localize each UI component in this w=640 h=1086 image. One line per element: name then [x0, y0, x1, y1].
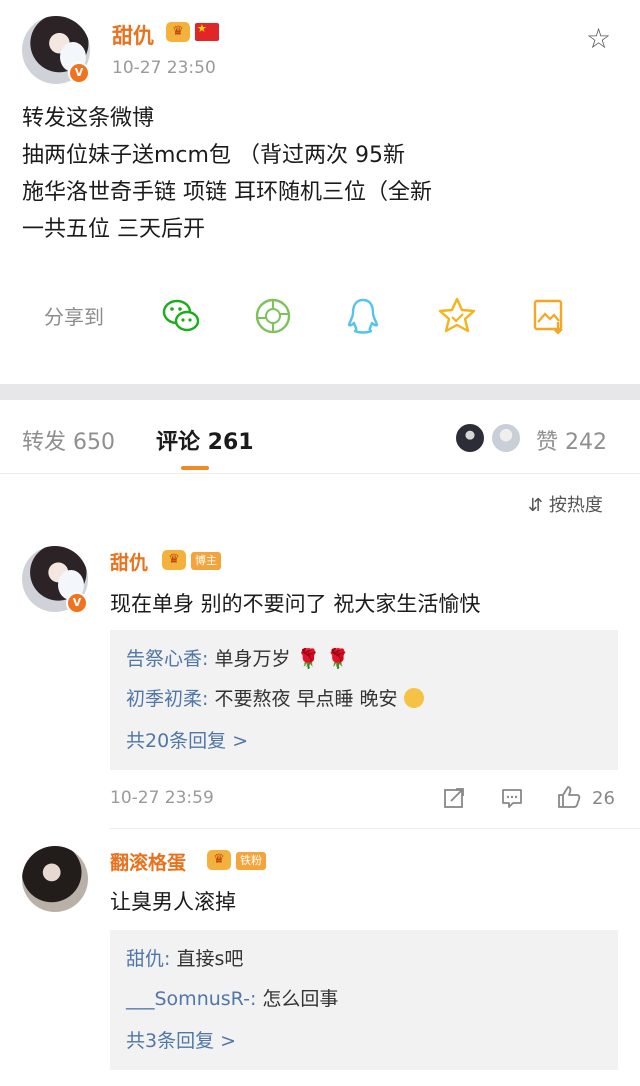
reply-item: 初季初柔: 不要熬夜 早点睡 晚安: [126, 684, 424, 711]
comment-text: 现在单身 别的不要问了 祝大家生活愉快: [110, 592, 481, 616]
comment-divider: [110, 828, 640, 829]
more-replies-link[interactable]: 共20条回复 >: [126, 726, 248, 753]
crown-icon: ♛: [207, 850, 231, 870]
crown-icon: ♛: [162, 550, 186, 570]
reply-preview-box[interactable]: 甜仇: 直接s吧 ___SomnusR-: 怎么回事 共3条回复 >: [110, 930, 618, 1070]
reply-user[interactable]: 初季初柔: [126, 688, 202, 710]
liker-avatar[interactable]: [454, 422, 486, 454]
reply-text: 直接s吧: [176, 948, 244, 970]
reply-user[interactable]: 甜仇: [126, 948, 164, 970]
reply-item: 甜仇: 直接s吧: [126, 944, 243, 971]
tab-reposts[interactable]: 转发 650: [22, 424, 115, 456]
like-count: 26: [592, 788, 615, 809]
section-divider: [0, 384, 640, 400]
post-text-line: 施华洛世奇手链 项链 耳环随机三位（全新: [22, 180, 432, 205]
liker-avatar[interactable]: [490, 422, 522, 454]
commenter-avatar[interactable]: [22, 846, 88, 912]
sort-by-hot-button[interactable]: ⇵ 按热度: [528, 491, 603, 517]
wechat-icon[interactable]: [160, 296, 202, 336]
tab-likes[interactable]: 赞 242: [536, 424, 607, 456]
post-timestamp: 10-27 23:50: [112, 58, 216, 78]
post-text-line: 转发这条微博: [22, 106, 155, 131]
reply-comment-icon[interactable]: [500, 786, 524, 810]
favorite-star-icon[interactable]: ☆: [586, 24, 616, 54]
verified-badge: V: [66, 592, 88, 614]
yummy-face-icon: [403, 688, 424, 708]
post-text-line: 抽两位妹子送mcm包 （背过两次 95新: [22, 143, 405, 168]
original-post: V 甜仇 ♛ 10-27 23:50 ☆ 转发这条微博 抽两位妹子送mcm包 （…: [0, 0, 640, 384]
post-body: 转发这条微博 抽两位妹子送mcm包 （背过两次 95新 施华洛世奇手链 项链 耳…: [22, 100, 622, 248]
qq-icon[interactable]: [342, 296, 384, 336]
crown-icon: ♛: [166, 22, 190, 42]
post-author-name[interactable]: 甜仇: [112, 20, 154, 50]
share-bar: 分享到: [0, 292, 640, 340]
active-tab-indicator: [181, 466, 209, 470]
fan-role-badge: 铁粉: [236, 852, 266, 870]
comment-timestamp: 10-27 23:59: [110, 788, 214, 808]
tab-comments[interactable]: 评论 261: [156, 424, 254, 456]
verified-badge: V: [68, 62, 90, 84]
interaction-tabs: 转发 650 评论 261 赞 242: [0, 400, 640, 474]
share-label: 分享到: [44, 305, 104, 329]
reply-item: 告祭心香: 单身万岁 🌹 🌹: [126, 644, 350, 671]
favorite-icon[interactable]: [436, 296, 478, 336]
reply-text: 不要熬夜 早点睡 晚安: [214, 688, 398, 710]
sort-icon: ⇵: [528, 495, 544, 516]
reply-item: ___SomnusR-: 怎么回事: [126, 984, 338, 1011]
commenter-name[interactable]: 甜仇: [110, 548, 148, 575]
reply-user[interactable]: ___SomnusR-: [126, 988, 250, 1010]
rose-icon: 🌹: [296, 648, 321, 670]
reply-preview-box[interactable]: 告祭心香: 单身万岁 🌹 🌹 初季初柔: 不要熬夜 早点睡 晚安 共20条回复 …: [110, 630, 618, 770]
commenter-name[interactable]: 翻滚格蛋: [110, 848, 186, 875]
rose-icon: 🌹: [326, 648, 350, 670]
post-text-line: 一共五位 三天后开: [22, 217, 205, 242]
repost-comment-icon[interactable]: [442, 786, 466, 810]
reply-text: 怎么回事: [262, 988, 339, 1010]
reply-user[interactable]: 告祭心香: [126, 648, 202, 670]
moments-icon[interactable]: [252, 296, 294, 336]
reply-separator: :: [164, 948, 177, 970]
comment-text: 让臭男人滚掉: [110, 890, 236, 914]
more-replies-link[interactable]: 共3条回复 >: [126, 1026, 236, 1053]
author-role-badge: 博主: [191, 552, 221, 570]
reply-separator: :: [202, 648, 215, 670]
sort-label: 按热度: [548, 495, 603, 516]
save-image-icon[interactable]: [528, 296, 570, 336]
reply-separator: :: [249, 988, 263, 1010]
reply-separator: :: [202, 688, 215, 710]
reply-text: 单身万岁: [214, 648, 291, 670]
like-thumb-icon[interactable]: [556, 784, 582, 810]
china-flag-icon: [195, 22, 219, 41]
sort-row: ⇵ 按热度: [0, 474, 640, 534]
